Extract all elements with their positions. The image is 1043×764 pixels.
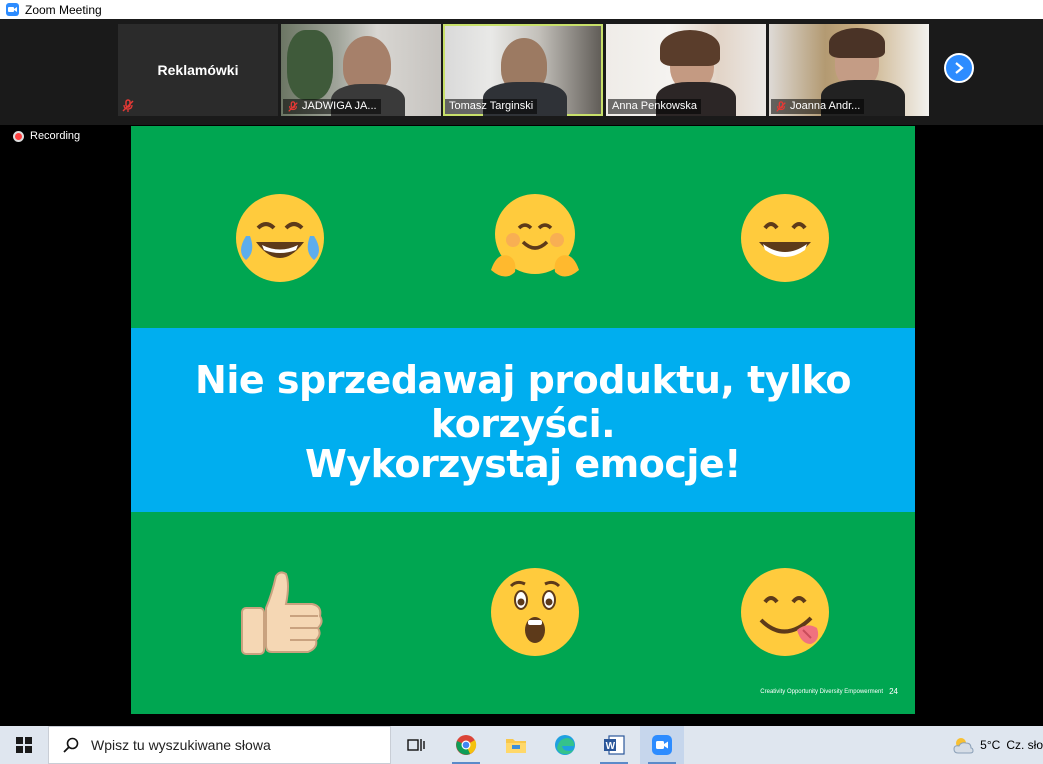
start-button[interactable] — [0, 726, 48, 764]
participant-tile-self[interactable]: Reklamówki — [118, 24, 278, 116]
mic-muted-icon — [122, 99, 134, 112]
message-band: Nie sprzedawaj produktu, tylko korzyści.… — [131, 328, 915, 512]
grinning-face-emoji — [741, 194, 829, 282]
self-name-label: Reklamówki — [157, 62, 239, 78]
participant-tile-3[interactable]: Anna Penkowska — [606, 24, 766, 116]
shared-slide: Nie sprzedawaj produktu, tylko korzyści.… — [131, 126, 915, 714]
next-page-button[interactable] — [944, 53, 974, 83]
participant-tile-4[interactable]: Joanna Andr... — [769, 24, 929, 116]
mic-muted-icon — [288, 100, 298, 112]
thumbs-up-emoji — [241, 571, 323, 655]
slide-footer: Creativity Opportunity Diversity Empower… — [760, 689, 883, 695]
participant-name: JADWIGA JA... — [302, 100, 377, 112]
participant-strip: Reklamówki JADWIGA JA... Tomasz Targinsk… — [0, 19, 1043, 125]
weather-partly-sunny-icon — [953, 738, 974, 754]
edge-icon[interactable] — [543, 726, 587, 764]
recording-label: Recording — [30, 130, 81, 142]
participant-name-chip: Joanna Andr... — [771, 99, 865, 114]
participant-name: Joanna Andr... — [790, 100, 861, 112]
tears-of-joy-emoji — [236, 194, 324, 282]
zoom-logo-icon — [6, 3, 19, 16]
window-titlebar: Zoom Meeting — [0, 0, 1043, 19]
participant-name-chip: Tomasz Targinski — [445, 99, 538, 114]
participant-name-chip: JADWIGA JA... — [283, 99, 381, 114]
chevron-right-icon — [955, 62, 964, 74]
participant-tile-2[interactable]: Tomasz Targinski — [443, 24, 603, 116]
system-tray[interactable]: 5°C Cz. sło — [952, 726, 1043, 764]
weather-condition: Cz. sło — [1006, 738, 1043, 752]
chrome-icon[interactable] — [444, 726, 488, 764]
taskbar-search-box[interactable]: Wpisz tu wyszukiwane słowa — [48, 726, 391, 764]
face-savoring-food-emoji — [741, 568, 829, 656]
slide-page-number: 24 — [889, 687, 898, 696]
window-title: Zoom Meeting — [25, 2, 102, 17]
record-dot-icon — [13, 130, 24, 142]
participant-name: Tomasz Targinski — [449, 100, 534, 112]
taskbar: Wpisz tu wyszukiwane słowa W 5°C Cz. sło — [0, 726, 1043, 764]
file-explorer-icon[interactable] — [494, 726, 538, 764]
search-placeholder: Wpisz tu wyszukiwane słowa — [91, 737, 271, 753]
mic-muted-icon — [776, 100, 786, 112]
search-icon — [63, 737, 79, 753]
zoom-icon[interactable] — [640, 726, 684, 764]
slide-headline: Nie sprzedawaj produktu, tylko korzyści. — [195, 358, 851, 446]
svg-text:W: W — [606, 741, 616, 752]
task-view-icon[interactable] — [394, 726, 438, 764]
word-icon[interactable]: W — [592, 726, 636, 764]
windows-logo-icon — [16, 737, 32, 753]
recording-indicator[interactable]: Recording — [13, 130, 80, 142]
participant-tile-1[interactable]: JADWIGA JA... — [281, 24, 441, 116]
participant-name-chip: Anna Penkowska — [608, 99, 701, 114]
weather-temperature: 5°C — [980, 738, 1001, 752]
participant-name: Anna Penkowska — [612, 100, 697, 112]
hugging-face-emoji — [491, 194, 579, 277]
slide-subheadline: Wykorzystaj emocje! — [305, 442, 741, 486]
astonished-face-emoji — [491, 568, 579, 656]
